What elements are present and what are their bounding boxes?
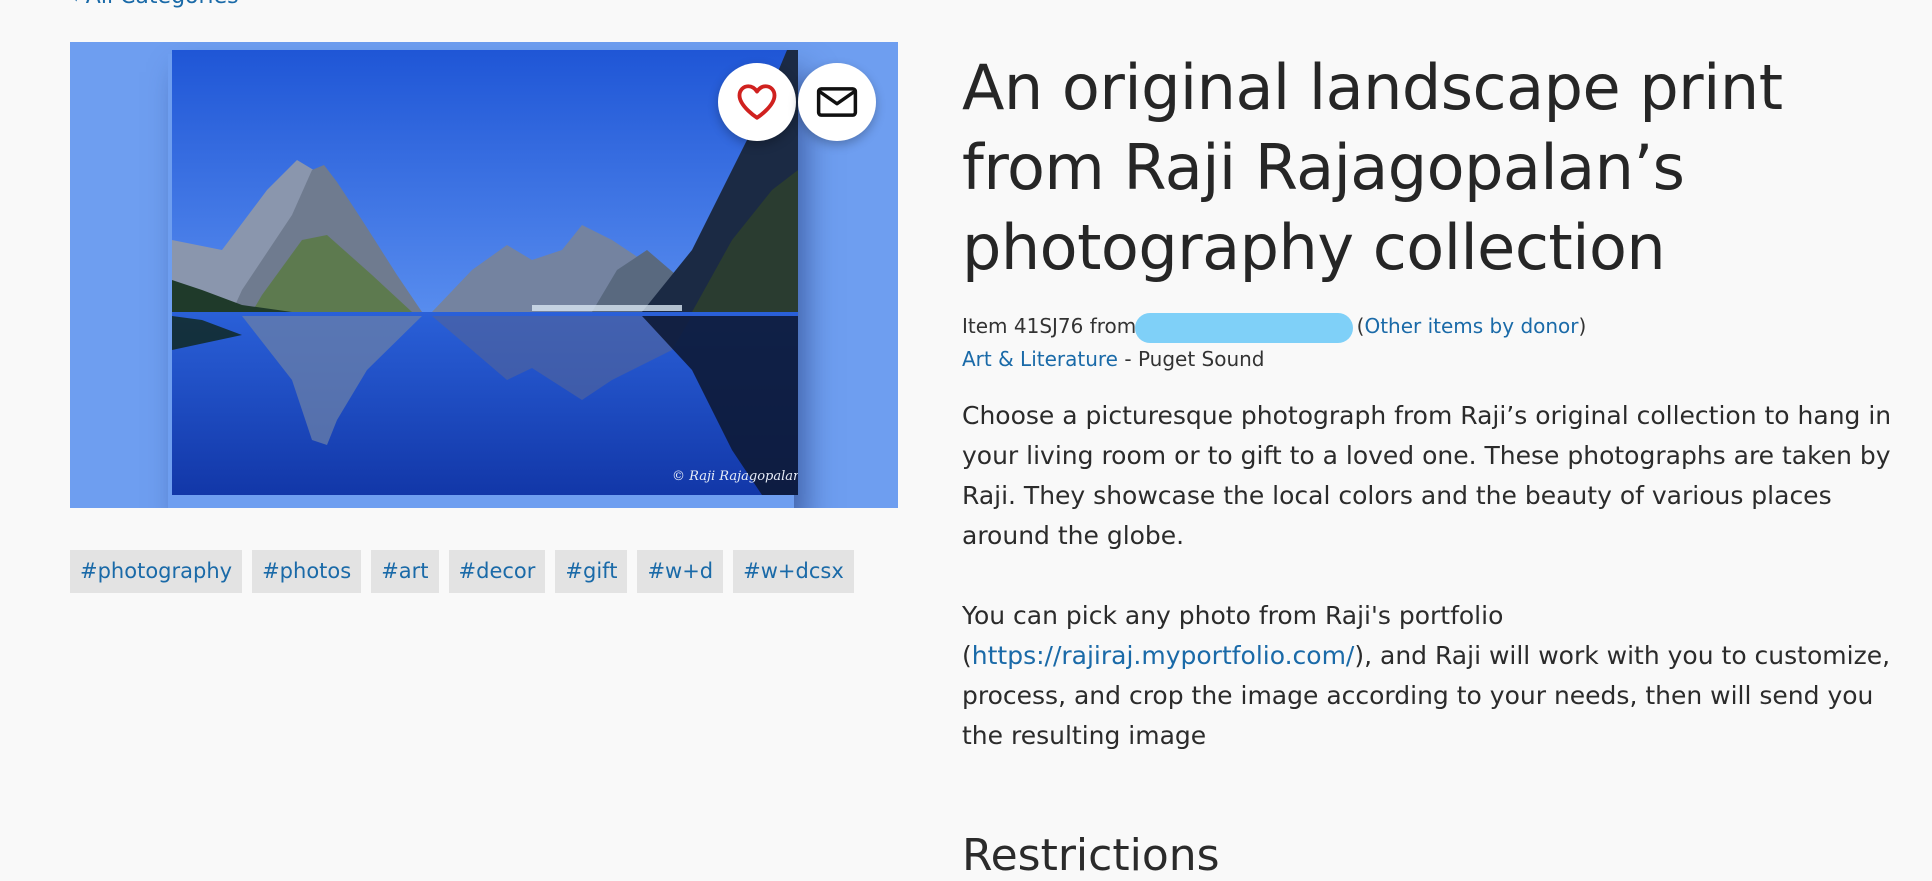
tag-list: #photography #photos #art #decor #gift #… bbox=[70, 550, 854, 593]
description-paragraph-2: You can pick any photo from Raji's portf… bbox=[962, 596, 1892, 756]
item-location: Puget Sound bbox=[1137, 347, 1265, 371]
landscape-photo: © Raji Rajagopalan bbox=[172, 50, 798, 495]
tag-decor[interactable]: #decor bbox=[448, 550, 546, 593]
tag-w-dcsx[interactable]: #w+dcsx bbox=[733, 550, 854, 593]
category-link[interactable]: Art & Literature bbox=[962, 347, 1118, 371]
heart-icon bbox=[737, 84, 777, 120]
redacted-donor-name bbox=[1134, 312, 1353, 343]
tag-gift[interactable]: #gift bbox=[555, 550, 628, 593]
all-categories-link[interactable]: ‹ All Categories bbox=[70, 0, 239, 9]
item-id-line: Item 41SJ76 from (Other items by donor) bbox=[962, 310, 1892, 343]
item-description: Choose a picturesque photograph from Raj… bbox=[962, 396, 1892, 756]
tag-photos[interactable]: #photos bbox=[252, 550, 362, 593]
tag-w-d[interactable]: #w+d bbox=[637, 550, 724, 593]
category-line: Art & Literature - Puget Sound bbox=[962, 343, 1892, 376]
restrictions-heading: Restrictions bbox=[962, 830, 1220, 881]
description-paragraph-1: Choose a picturesque photograph from Raj… bbox=[962, 401, 1892, 550]
mail-icon bbox=[816, 87, 858, 117]
item-meta: Item 41SJ76 from (Other items by donor) … bbox=[962, 310, 1892, 376]
favorite-button[interactable] bbox=[718, 63, 796, 141]
photo-watermark: © Raji Rajagopalan bbox=[672, 469, 798, 484]
item-id: Item 41SJ76 from bbox=[962, 314, 1137, 338]
tag-photography[interactable]: #photography bbox=[70, 550, 243, 593]
item-details: An original landscape print from Raji Ra… bbox=[962, 48, 1892, 796]
category-separator: - bbox=[1118, 347, 1138, 371]
portfolio-link[interactable]: https://rajiraj.myportfolio.com/ bbox=[972, 641, 1355, 670]
tag-art[interactable]: #art bbox=[371, 550, 439, 593]
other-items-link[interactable]: Other items by donor bbox=[1364, 314, 1578, 338]
contact-mail-button[interactable] bbox=[798, 63, 876, 141]
item-title: An original landscape print from Raji Ra… bbox=[962, 51, 1783, 284]
